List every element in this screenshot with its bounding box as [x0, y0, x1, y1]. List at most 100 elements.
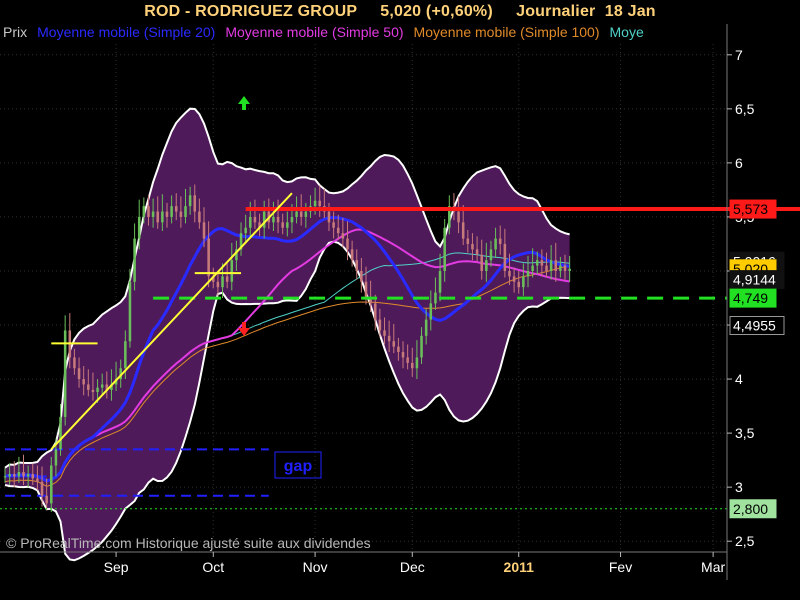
candle-body: [480, 254, 483, 271]
value-label: 2,800: [733, 501, 768, 517]
candle-body: [494, 238, 497, 250]
candle-body: [512, 276, 516, 282]
candle-body: [563, 265, 567, 271]
chart-title: ROD - RODRIGUEZ GROUP 5,020 (+0,60%) Jou…: [144, 3, 656, 20]
candle-body: [198, 211, 201, 223]
legend-item: Moyenne mobile (Simple 50): [225, 24, 404, 40]
candle-body: [179, 211, 183, 217]
candle-body: [12, 474, 16, 477]
y-tick-label: 6,5: [735, 101, 755, 117]
y-tick-label: 3,5: [735, 425, 755, 441]
candle-body: [387, 335, 391, 342]
candle-body: [40, 481, 44, 496]
candle-body: [429, 303, 433, 320]
y-tick-label: 2,5: [735, 533, 755, 549]
candle-body: [535, 260, 539, 266]
candle-body: [531, 265, 534, 271]
candle-body: [332, 222, 335, 228]
value-label: 4,749: [733, 290, 768, 306]
x-tick-label: 2011: [504, 559, 535, 575]
candle-body: [438, 270, 442, 293]
candle-body: [457, 211, 460, 223]
y-tick-label: 6: [735, 155, 743, 171]
candle-body: [82, 379, 85, 385]
candle-body: [100, 384, 104, 388]
candle-body: [383, 330, 386, 336]
watermark: © ProRealTime.com Historique ajusté suit…: [6, 535, 371, 551]
candle-body: [184, 206, 187, 217]
candle-body: [91, 389, 95, 393]
candle-body: [230, 260, 234, 282]
candle-body: [304, 211, 308, 217]
candle-body: [554, 260, 558, 271]
legend-item: Moyenne mobile (Simple 100): [413, 24, 600, 40]
candle-body: [466, 238, 470, 244]
candle-body: [170, 206, 173, 217]
candle-body: [434, 292, 437, 304]
candle-body: [142, 206, 146, 217]
value-label: 4,4955: [733, 318, 776, 334]
x-tick-label: Oct: [202, 559, 224, 575]
candle-body: [420, 335, 423, 358]
x-tick-label: Nov: [303, 559, 328, 575]
value-label: 4,9144: [733, 272, 776, 288]
candle-body: [31, 474, 35, 479]
candle-body: [253, 216, 257, 223]
candle-body: [59, 416, 62, 450]
y-tick-label: 3: [735, 479, 743, 495]
candle-body: [207, 238, 210, 277]
candle-body: [549, 260, 553, 271]
candle-body: [336, 227, 340, 234]
x-tick-label: Mar: [701, 559, 725, 575]
candle-body: [545, 265, 548, 271]
candle-body: [17, 472, 21, 477]
legend: Prix Moyenne mobile (Simple 20) Moyenne mo…: [3, 24, 725, 40]
candle-body: [77, 368, 81, 380]
candle-body: [517, 281, 521, 288]
candle-body: [22, 472, 25, 477]
candle-body: [272, 216, 275, 223]
candle-body: [137, 216, 141, 239]
candle-body: [202, 222, 206, 239]
candle-body: [346, 238, 349, 250]
candle-body: [313, 200, 317, 207]
candle-body: [96, 387, 99, 393]
candle-body: [498, 238, 502, 244]
candle-body: [443, 227, 446, 271]
candle-body: [276, 216, 280, 223]
candle-body: [54, 449, 58, 466]
candle-body: [360, 270, 363, 282]
candle-body: [364, 281, 368, 298]
candle-body: [26, 474, 30, 477]
candle-body: [249, 216, 252, 228]
candle-body: [262, 211, 266, 228]
candle-body: [392, 341, 396, 347]
candle-body: [36, 478, 39, 482]
candle-body: [165, 211, 169, 217]
candle-body: [411, 362, 414, 369]
stock-chart: 76,565,554,543,532,5 SepOctNovDec2011Fev…: [0, 0, 800, 600]
candle-body: [355, 260, 359, 271]
candle-body: [424, 319, 428, 336]
candle-body: [373, 303, 377, 320]
candle-body: [3, 476, 7, 478]
candle-body: [318, 200, 321, 207]
candle-body: [522, 276, 525, 288]
candle-body: [503, 243, 507, 271]
candle-body: [161, 211, 164, 223]
legend-item: Moyenne mobile (Simple 20): [37, 24, 216, 40]
candle-body: [397, 346, 400, 353]
candle-body: [489, 249, 493, 261]
candle-body: [526, 270, 530, 277]
candle-body: [299, 211, 303, 217]
candle-body: [281, 222, 284, 228]
candle-body: [471, 243, 474, 250]
candle-body: [151, 211, 155, 217]
candle-body: [295, 211, 298, 217]
value-label: 5,573: [733, 201, 768, 217]
candle-body: [216, 281, 220, 288]
candle-body: [174, 206, 178, 212]
candle-body: [485, 260, 488, 271]
candle-body: [221, 276, 224, 288]
candle-body: [73, 357, 76, 369]
